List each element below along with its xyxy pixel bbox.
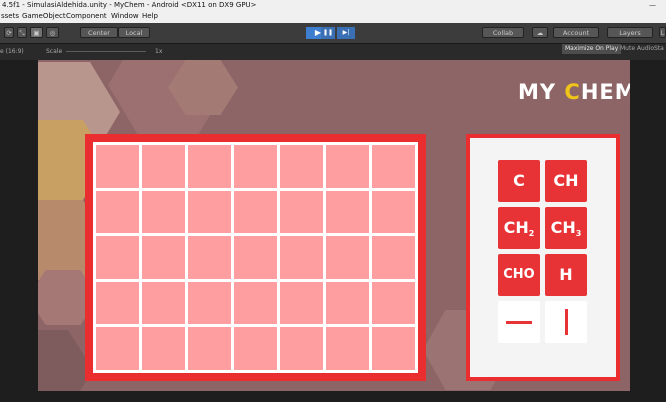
scale-slider[interactable] <box>66 51 146 52</box>
unity-toolbar: ⟳ ⤡ ▣ ◎ Center Local ▶ ❚❚ ▶| Collab ☁ Ac… <box>0 23 666 43</box>
board-cell[interactable] <box>372 281 415 325</box>
menu-bar: ssets GameObject Component Window Help <box>0 10 666 23</box>
board-grid <box>93 142 418 373</box>
board-cell[interactable] <box>234 236 277 279</box>
editor-bottom-strip <box>0 391 666 402</box>
menu-assets[interactable]: ssets <box>1 10 19 23</box>
board-cell[interactable] <box>188 145 231 188</box>
board-cell[interactable] <box>234 327 277 370</box>
single-bond-vertical[interactable] <box>545 301 587 343</box>
logo-text-hem: HEM <box>580 80 630 104</box>
scale-label: Scale <box>46 48 63 55</box>
board-cell[interactable] <box>372 145 415 188</box>
board-cell[interactable] <box>326 145 369 188</box>
chip-ch[interactable]: CH <box>545 160 587 202</box>
board-cell[interactable] <box>280 190 323 234</box>
chip-ch2[interactable]: CH2 <box>498 207 540 249</box>
pivot-label: Center <box>88 29 110 37</box>
board-cell[interactable] <box>280 145 323 188</box>
collab-label: Collab <box>492 29 514 37</box>
board-cell[interactable] <box>96 145 139 188</box>
chip-ch3-label: CH3 <box>550 218 582 238</box>
single-bond-horizontal[interactable] <box>498 301 540 343</box>
board-cell[interactable] <box>326 190 369 234</box>
game-view-toolbar: e (16:9) Scale 1x Maximize On Play Mute … <box>0 43 666 60</box>
chip-h[interactable]: H <box>545 254 587 296</box>
chip-cho[interactable]: CHO <box>498 254 540 296</box>
chip-c-label: C <box>513 171 525 190</box>
cloud-icon[interactable]: ☁ <box>532 27 548 38</box>
board-cell[interactable] <box>96 281 139 325</box>
rect-tool-icon[interactable]: ▣ <box>30 27 43 38</box>
stats-toggle[interactable]: Sta <box>651 44 666 54</box>
pivot-center-button[interactable]: Center <box>80 27 118 38</box>
account-dropdown[interactable]: Account <box>553 27 599 38</box>
window-titlebar: 4.5f1 - SimulasiAldehida.unity - MyChem … <box>0 0 666 10</box>
board-cell[interactable] <box>234 281 277 325</box>
board-cell[interactable] <box>142 236 185 279</box>
board-cell[interactable] <box>372 190 415 234</box>
layers-label: Layers <box>619 29 641 37</box>
layout-label: L <box>660 29 665 37</box>
layout-dropdown[interactable]: L <box>659 27 666 38</box>
board-cell[interactable] <box>188 327 231 370</box>
aspect-dropdown[interactable]: e (16:9) <box>0 44 24 60</box>
menu-gameobject[interactable]: GameObject <box>22 10 66 23</box>
board-cell[interactable] <box>326 236 369 279</box>
window-title: 4.5f1 - SimulasiAldehida.unity - MyChem … <box>2 1 257 9</box>
logo-text-my: MY <box>518 80 557 104</box>
transform-tool-icon[interactable]: ◎ <box>46 27 59 38</box>
pivot-local-button[interactable]: Local <box>118 27 150 38</box>
menu-help[interactable]: Help <box>142 10 158 23</box>
palette-panel: C CH CH2 CH3 CHO H <box>470 138 616 377</box>
board-cell[interactable] <box>96 327 139 370</box>
layers-dropdown[interactable]: Layers <box>607 27 653 38</box>
chip-cho-label: CHO <box>503 267 535 282</box>
step-button[interactable]: ▶| <box>337 27 355 39</box>
board-cell[interactable] <box>234 190 277 234</box>
rotate-tool-icon[interactable]: ⟳ <box>4 27 14 38</box>
chip-c[interactable]: C <box>498 160 540 202</box>
menu-component[interactable]: Component <box>66 10 107 23</box>
horizontal-bond-icon <box>506 321 532 324</box>
chip-ch2-label: CH2 <box>503 218 535 238</box>
chip-h-label: H <box>559 265 573 284</box>
logo-hex-c: C <box>564 80 581 104</box>
board-cell[interactable] <box>188 236 231 279</box>
board-cell[interactable] <box>96 190 139 234</box>
board-cell[interactable] <box>142 281 185 325</box>
minimize-button[interactable]: — <box>649 0 656 10</box>
collab-button[interactable]: Collab <box>482 27 524 38</box>
scale-tool-icon[interactable]: ⤡ <box>17 27 27 38</box>
board-cell[interactable] <box>96 236 139 279</box>
scale-value: 1x <box>155 48 163 55</box>
vertical-bond-icon <box>565 309 568 335</box>
board-cell[interactable] <box>280 281 323 325</box>
chip-ch3[interactable]: CH3 <box>545 207 587 249</box>
board-cell[interactable] <box>142 190 185 234</box>
account-label: Account <box>562 29 590 37</box>
board-cell[interactable] <box>372 327 415 370</box>
board-cell[interactable] <box>280 327 323 370</box>
board-cell[interactable] <box>326 327 369 370</box>
menu-window[interactable]: Window <box>111 10 139 23</box>
board-cell[interactable] <box>142 327 185 370</box>
molecule-board <box>85 134 426 381</box>
maximize-on-play-toggle[interactable]: Maximize On Play <box>562 44 622 54</box>
board-cell[interactable] <box>326 281 369 325</box>
board-cell[interactable] <box>142 145 185 188</box>
chip-ch-label: CH <box>553 171 579 190</box>
board-cell[interactable] <box>188 281 231 325</box>
space-label: Local <box>125 29 143 37</box>
element-palette: C CH CH2 CH3 CHO H <box>466 134 620 381</box>
board-cell[interactable] <box>372 236 415 279</box>
board-cell[interactable] <box>234 145 277 188</box>
game-view: MY CHEM C CH CH2 CH3 CHO H <box>38 60 630 391</box>
board-cell[interactable] <box>188 190 231 234</box>
pause-button[interactable]: ❚❚ <box>321 27 335 39</box>
board-cell[interactable] <box>280 236 323 279</box>
mychem-logo: MY CHEM <box>518 80 630 104</box>
